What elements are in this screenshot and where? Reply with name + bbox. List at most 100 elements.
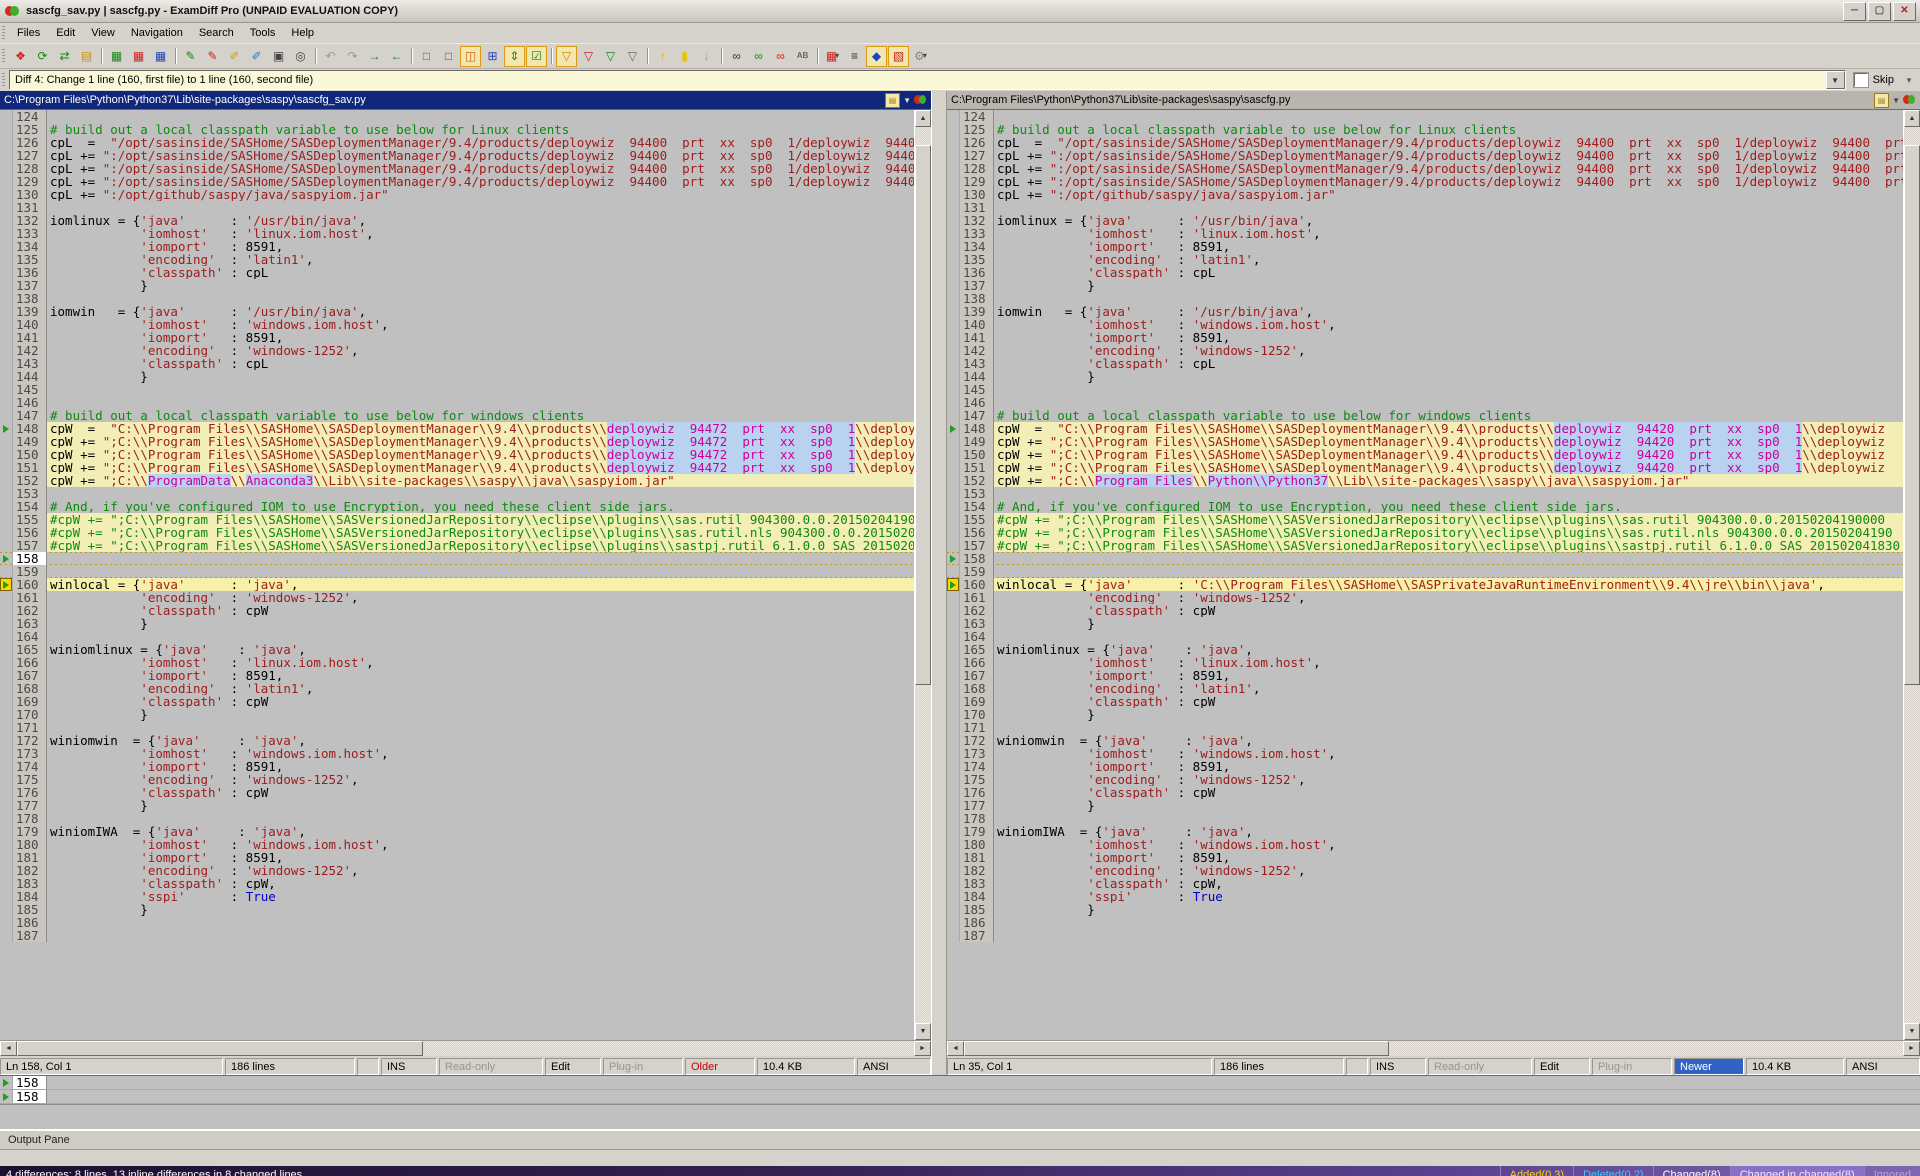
code-line[interactable]: 162 'classpath' : cpW: [947, 604, 1903, 617]
code-line[interactable]: 159: [947, 565, 1903, 578]
code-line[interactable]: 175 'encoding' : 'windows-1252',: [0, 773, 914, 786]
code-line[interactable]: 147# build out a local classpath variabl…: [947, 409, 1903, 422]
code-line[interactable]: 128cpL += ":/opt/sasinside/SASHome/SASDe…: [0, 162, 914, 175]
code-line[interactable]: 145: [947, 383, 1903, 396]
code-line[interactable]: 172winiomwin = {'java' : 'java',: [947, 734, 1903, 747]
skip-checkbox-group[interactable]: Skip: [1846, 73, 1902, 87]
code-line[interactable]: 132iomlinux = {'java' : '/usr/bin/java',: [0, 214, 914, 227]
find-in-second-icon[interactable]: ∞: [770, 46, 791, 67]
code-line[interactable]: 158: [947, 552, 1903, 565]
right-header-dropdown-icon[interactable]: ▼: [1892, 96, 1900, 105]
code-line[interactable]: 132iomlinux = {'java' : '/usr/bin/java',: [947, 214, 1903, 227]
code-line[interactable]: 137 }: [947, 279, 1903, 292]
code-line[interactable]: 145: [0, 383, 914, 396]
code-line[interactable]: 124: [947, 110, 1903, 123]
code-line[interactable]: 173 'iomhost' : 'windows.iom.host',: [947, 747, 1903, 760]
code-line[interactable]: 160winlocal = {'java' : 'C:\\Program Fil…: [947, 578, 1903, 591]
code-line[interactable]: 166 'iomhost' : 'linux.iom.host',: [0, 656, 914, 669]
diff-marker-icon[interactable]: [948, 423, 958, 434]
code-line[interactable]: 169 'classpath' : cpW: [947, 695, 1903, 708]
code-line[interactable]: 140 'iomhost' : 'windows.iom.host',: [0, 318, 914, 331]
code-line[interactable]: 187: [947, 929, 1903, 942]
code-line[interactable]: 161 'encoding' : 'windows-1252',: [947, 591, 1903, 604]
right-horizontal-scrollbar[interactable]: ◄ ►: [947, 1040, 1920, 1056]
plugins-icon[interactable]: ◆: [866, 46, 887, 67]
close-button[interactable]: ✕: [1893, 2, 1916, 21]
code-line[interactable]: 181 'iomport' : 8591,: [947, 851, 1903, 864]
right-vscroll-thumb[interactable]: [1904, 145, 1920, 685]
left-scroll-down-icon[interactable]: ▼: [915, 1023, 931, 1040]
code-line[interactable]: 129cpL += ":/opt/sasinside/SASHome/SASDe…: [0, 175, 914, 188]
code-line[interactable]: 180 'iomhost' : 'windows.iom.host',: [0, 838, 914, 851]
code-line[interactable]: 157#cpW += ";C:\\Program Files\\SASHome\…: [947, 539, 1903, 552]
right-file-header[interactable]: C:\Program Files\Python\Python37\Lib\sit…: [947, 91, 1920, 109]
menu-grip[interactable]: [2, 26, 5, 40]
code-line[interactable]: 164: [947, 630, 1903, 643]
code-line[interactable]: 187: [0, 929, 914, 942]
right-vertical-scrollbar[interactable]: ▲ ▼: [1903, 110, 1920, 1040]
open-files-icon[interactable]: ▤: [76, 46, 97, 67]
current-diff-combo[interactable]: Diff 4: Change 1 line (160, first file) …: [9, 70, 1846, 90]
code-line[interactable]: 185 }: [0, 903, 914, 916]
code-line[interactable]: 165winiomlinux = {'java' : 'java',: [0, 643, 914, 656]
match-case-icon[interactable]: AB: [792, 46, 813, 67]
code-line[interactable]: 138: [947, 292, 1903, 305]
filter-all-icon[interactable]: ▽: [556, 46, 577, 67]
code-line[interactable]: 161 'encoding' : 'windows-1252',: [0, 591, 914, 604]
filter-added-icon[interactable]: ▽: [600, 46, 621, 67]
right-scroll-right-icon[interactable]: ►: [1903, 1041, 1920, 1056]
left-header-app-icon[interactable]: [914, 94, 927, 106]
code-line[interactable]: 138: [0, 292, 914, 305]
diff-marker-icon[interactable]: [1, 1091, 11, 1102]
line-checkboxes-icon[interactable]: ☑: [526, 46, 547, 67]
code-line[interactable]: 184 'sspi' : True: [0, 890, 914, 903]
show-second-pane-icon[interactable]: □: [438, 46, 459, 67]
code-line[interactable]: 149cpW += ";C:\\Program Files\\SASHome\\…: [0, 435, 914, 448]
right-header-app-icon[interactable]: [1903, 94, 1916, 106]
code-line[interactable]: 148cpW = "C:\\Program Files\\SASHome\\SA…: [947, 422, 1903, 435]
menu-help[interactable]: Help: [283, 25, 322, 41]
code-line[interactable]: 155#cpW += ";C:\\Program Files\\SASHome\…: [947, 513, 1903, 526]
left-scroll-left-icon[interactable]: ◄: [0, 1041, 17, 1056]
code-line[interactable]: 133 'iomhost' : 'linux.iom.host',: [0, 227, 914, 240]
code-line[interactable]: 130cpL += ":/opt/github/saspy/java/saspy…: [947, 188, 1903, 201]
code-line[interactable]: 156#cpW += ";C:\\Program Files\\SASHome\…: [947, 526, 1903, 539]
right-scroll-up-icon[interactable]: ▲: [1904, 110, 1920, 127]
diff-marker-icon[interactable]: [948, 553, 958, 564]
code-line[interactable]: 182 'encoding' : 'windows-1252',: [947, 864, 1903, 877]
redo-icon[interactable]: ↷: [342, 46, 363, 67]
code-line[interactable]: 143 'classpath' : cpL: [947, 357, 1903, 370]
code-line[interactable]: 158: [0, 1076, 1920, 1090]
go-forward-icon[interactable]: →: [364, 46, 385, 67]
save-both-icon[interactable]: ▦: [150, 46, 171, 67]
code-line[interactable]: 176 'classpath' : cpW: [947, 786, 1903, 799]
code-line[interactable]: 142 'encoding' : 'windows-1252',: [947, 344, 1903, 357]
code-line[interactable]: 167 'iomport' : 8591,: [0, 669, 914, 682]
code-line[interactable]: 146: [947, 396, 1903, 409]
current-diff-marker-icon[interactable]: [947, 578, 959, 591]
code-line[interactable]: 183 'classpath' : cpW,: [947, 877, 1903, 890]
code-line[interactable]: 124: [0, 110, 914, 123]
right-scroll-down-icon[interactable]: ▼: [1904, 1023, 1920, 1040]
code-line[interactable]: 131: [0, 201, 914, 214]
toolbar-overflow-chevron-icon[interactable]: ▾: [1902, 75, 1916, 86]
code-line[interactable]: 153: [947, 487, 1903, 500]
go-back-icon[interactable]: ←: [386, 46, 407, 67]
save-first-icon[interactable]: ▦: [106, 46, 127, 67]
left-vscroll-thumb[interactable]: [915, 145, 931, 685]
menu-tools[interactable]: Tools: [242, 25, 284, 41]
current-diff-icon[interactable]: ▮: [674, 46, 695, 67]
recompare-icon[interactable]: ⟳: [32, 46, 53, 67]
code-line[interactable]: 165winiomlinux = {'java' : 'java',: [947, 643, 1903, 656]
menu-edit[interactable]: Edit: [48, 25, 83, 41]
code-line[interactable]: 125# build out a local classpath variabl…: [0, 123, 914, 136]
diff-marker-icon[interactable]: [1, 423, 11, 434]
skip-checkbox[interactable]: [1854, 73, 1868, 87]
code-line[interactable]: 134 'iomport' : 8591,: [947, 240, 1903, 253]
edit-first-icon[interactable]: ✎: [180, 46, 201, 67]
split-view-icon[interactable]: ◫: [460, 46, 481, 67]
filter-deleted-icon[interactable]: ▽: [578, 46, 599, 67]
menu-search[interactable]: Search: [191, 25, 242, 41]
code-line[interactable]: 167 'iomport' : 8591,: [947, 669, 1903, 682]
show-first-pane-icon[interactable]: □: [416, 46, 437, 67]
